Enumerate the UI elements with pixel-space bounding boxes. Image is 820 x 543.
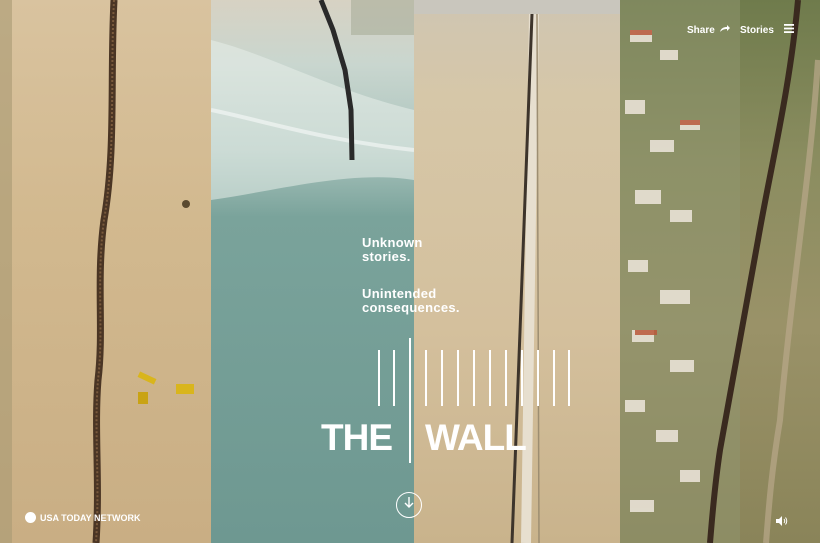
share-label: Share [687, 24, 715, 36]
title-wall: WALL [425, 417, 527, 458]
network-label: USA TODAY NETWORK [40, 512, 141, 523]
title-the: THE [321, 417, 393, 458]
desert-fence-scene [0, 0, 194, 543]
logo-bar [553, 350, 555, 406]
stories-menu-button[interactable]: Stories [740, 24, 794, 36]
usa-today-network-logo[interactable]: USA TODAY NETWORK [25, 512, 141, 523]
logo-bar [378, 350, 380, 406]
tagline-unintended-consequences: Unintended consequences. [362, 286, 460, 315]
share-button[interactable]: Share [687, 24, 730, 36]
share-arrow-icon [719, 24, 730, 36]
logo-bar [489, 350, 491, 406]
logo-bar [568, 350, 570, 406]
panel-town-fence [620, 0, 820, 543]
town-fence-scene [620, 0, 820, 543]
usa-today-dot-icon [25, 512, 36, 523]
speaker-icon [776, 513, 788, 530]
logo-bar [537, 350, 539, 406]
logo-bar [521, 350, 523, 406]
logo-divider-bar [409, 338, 411, 463]
logo-bar [505, 350, 507, 406]
stories-label: Stories [740, 24, 774, 36]
tagline-unknown-stories: Unknown stories. [362, 235, 423, 264]
arrow-down-icon [404, 496, 414, 514]
sound-toggle-button[interactable] [776, 513, 788, 531]
scroll-down-button[interactable] [396, 492, 422, 518]
hamburger-menu-icon [783, 24, 794, 36]
logo-bar [393, 350, 395, 406]
logo-bar [425, 350, 427, 406]
panel-desert-fence [0, 0, 211, 543]
logo-bar [457, 350, 459, 406]
logo-bar [441, 350, 443, 406]
logo-bar [473, 350, 475, 406]
